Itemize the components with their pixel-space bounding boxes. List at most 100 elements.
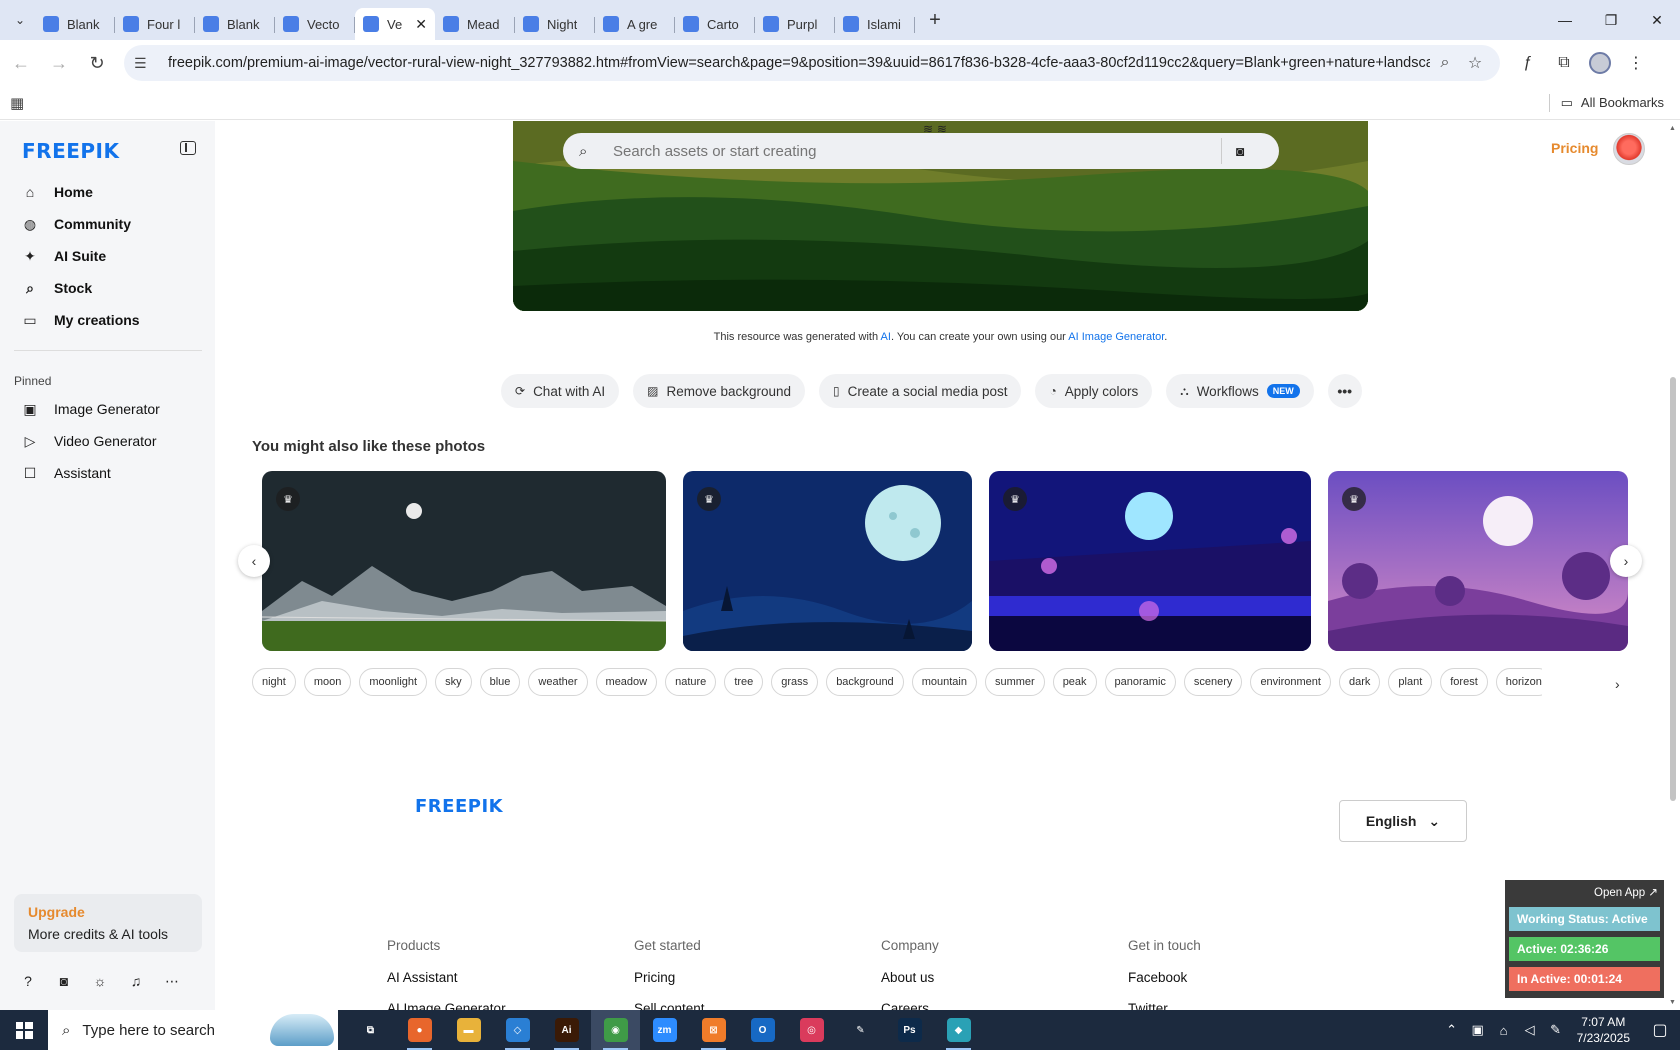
tab[interactable]: Blank — [35, 8, 115, 40]
related-photo-card-4[interactable]: ♛ — [1328, 471, 1628, 651]
tags-next-icon[interactable]: › — [1615, 676, 1620, 692]
back-button[interactable]: ← — [4, 46, 38, 80]
footer-link[interactable]: Twitter — [1128, 1001, 1201, 1010]
footer-link[interactable]: AI Assistant — [387, 970, 506, 985]
tab[interactable]: Blank — [195, 8, 275, 40]
url-text[interactable]: freepik.com/premium-ai-image/vector-rura… — [168, 55, 1430, 71]
carousel-next-button[interactable]: › — [1610, 545, 1642, 577]
network-icon[interactable]: ⌂ — [1493, 1023, 1515, 1038]
tag-peak[interactable]: peak — [1052, 668, 1097, 696]
tab[interactable]: Purpl — [755, 8, 835, 40]
start-button[interactable] — [0, 1010, 48, 1050]
outlook-taskbar-button[interactable]: O — [738, 1010, 787, 1050]
user-avatar[interactable] — [1613, 133, 1645, 165]
sidebar-item-image-generator[interactable]: ▣ Image Generator — [14, 393, 204, 425]
footer-link[interactable]: Facebook — [1128, 970, 1201, 985]
sidebar-item-my-creations[interactable]: ▭ My creations — [14, 304, 204, 336]
tag-grass[interactable]: grass — [771, 668, 819, 696]
sidebar-item-video-generator[interactable]: ▷ Video Generator — [14, 425, 204, 457]
scroll-up-icon[interactable]: ▲ — [1669, 125, 1676, 132]
forward-button[interactable]: → — [42, 46, 76, 80]
reload-button[interactable]: ↻ — [80, 46, 114, 80]
upgrade-card[interactable]: Upgrade More credits & AI tools — [14, 894, 202, 952]
tab[interactable]: Four l — [115, 8, 195, 40]
footer-link[interactable]: Pricing — [634, 970, 705, 985]
tag-summer[interactable]: summer — [984, 668, 1045, 696]
sidebar-collapse-icon[interactable] — [180, 141, 196, 155]
tag-background[interactable]: background — [826, 668, 904, 696]
related-photo-card-3[interactable]: ♛ — [989, 471, 1311, 651]
tab[interactable]: Islami — [835, 8, 915, 40]
footer-link[interactable]: About us — [881, 970, 939, 985]
tag-moon[interactable]: moon — [303, 668, 352, 696]
extensions-puzzle-icon[interactable]: ⧉ — [1546, 46, 1582, 80]
scrollbar-thumb[interactable] — [1670, 377, 1676, 801]
xampp-taskbar-button[interactable]: ⊠ — [689, 1010, 738, 1050]
tray-app-icon[interactable]: ▣ — [1467, 1022, 1489, 1038]
tag-panoramic[interactable]: panoramic — [1104, 668, 1176, 696]
pen-icon[interactable]: ✎ — [1545, 1022, 1567, 1038]
tag-weather[interactable]: weather — [528, 668, 588, 696]
tag-scenery[interactable]: scenery — [1183, 668, 1243, 696]
chat-with-ai-button[interactable]: ⟳ Chat with AI — [501, 374, 620, 408]
tab[interactable]: Mead — [435, 8, 515, 40]
freepik-logo[interactable]: FREEPIK — [22, 139, 119, 163]
tag-horizon[interactable]: horizon — [1495, 668, 1542, 696]
footer-freepik-logo[interactable]: FREEPIK — [415, 796, 503, 817]
workflows-button[interactable]: ⛬ Workflows NEW — [1166, 374, 1314, 408]
chrome-taskbar-button[interactable]: ◉ — [591, 1010, 640, 1050]
discord-icon[interactable]: ◙ — [56, 973, 72, 990]
all-bookmarks-button[interactable]: ▭ All Bookmarks — [1561, 95, 1664, 111]
more-actions-button[interactable]: ••• — [1327, 374, 1362, 408]
task-view-taskbar-button[interactable]: ⧉ — [346, 1010, 395, 1050]
tag-sky[interactable]: sky — [435, 668, 472, 696]
theme-sun-icon[interactable]: ☼ — [92, 973, 108, 990]
ai-link[interactable]: AI — [881, 331, 891, 343]
remove-background-button[interactable]: ▨ Remove background — [633, 374, 806, 408]
notifications-icon[interactable]: ▢ — [1640, 1020, 1680, 1040]
pricing-link[interactable]: Pricing — [1551, 140, 1598, 156]
tag-mountain[interactable]: mountain — [911, 668, 977, 696]
tag-plant[interactable]: plant — [1388, 668, 1433, 696]
tag-blue[interactable]: blue — [479, 668, 521, 696]
camera-search-icon[interactable]: ◙ — [1236, 143, 1244, 159]
more-options-icon[interactable]: ⋯ — [164, 973, 180, 990]
firefox-taskbar-button[interactable]: ● — [395, 1010, 444, 1050]
page-scrollbar[interactable]: ▲ ▼ — [1668, 121, 1678, 1010]
footer-link[interactable]: AI Image Generator — [387, 1001, 506, 1010]
tab-search-button[interactable]: ⌄ — [5, 6, 35, 34]
apps-grid-icon[interactable]: ▦ — [10, 94, 30, 112]
related-photo-card-1[interactable]: ♛ — [262, 471, 666, 651]
tag-nature[interactable]: nature — [665, 668, 717, 696]
new-tab-button[interactable]: + — [919, 9, 951, 32]
apply-colors-button[interactable]: ◔ Apply colors — [1035, 374, 1153, 408]
close-window-button[interactable]: ✕ — [1634, 0, 1680, 40]
tab[interactable]: Carto — [675, 8, 755, 40]
scroll-down-icon[interactable]: ▼ — [1669, 999, 1676, 1006]
zoom-icon[interactable]: ⌕ — [1430, 54, 1460, 72]
site-info-icon[interactable]: ☰ — [134, 55, 154, 72]
tab[interactable]: Vecto — [275, 8, 355, 40]
tag-forest[interactable]: forest — [1440, 668, 1488, 696]
browser-menu-icon[interactable]: ⋮ — [1618, 46, 1654, 80]
tag-moonlight[interactable]: moonlight — [359, 668, 428, 696]
illustrator-taskbar-button[interactable]: Ai — [542, 1010, 591, 1050]
tray-overflow-icon[interactable]: ⌃ — [1441, 1022, 1463, 1038]
sidebar-item-home[interactable]: ⌂ Home — [14, 176, 204, 208]
open-app-link[interactable]: Open App ↗ — [1509, 885, 1660, 899]
minimize-button[interactable]: — — [1542, 0, 1588, 40]
vscode-taskbar-button[interactable]: ◇ — [493, 1010, 542, 1050]
carousel-prev-button[interactable]: ‹ — [238, 545, 270, 577]
extension-icon[interactable]: ƒ — [1510, 46, 1546, 80]
restore-button[interactable]: ❐ — [1588, 0, 1634, 40]
profile-avatar[interactable] — [1589, 52, 1611, 74]
taskbar-search[interactable]: ⌕ Type here to search — [48, 1010, 338, 1050]
footer-link[interactable]: Careers — [881, 1001, 939, 1010]
search-input[interactable] — [613, 142, 1213, 160]
clock[interactable]: 7:07 AM 7/23/2025 — [1577, 1014, 1630, 1046]
sidebar-item-ai-suite[interactable]: ✦ AI Suite — [14, 240, 204, 272]
pen-tool-taskbar-button[interactable]: ✎ — [836, 1010, 885, 1050]
tag-environment[interactable]: environment — [1250, 668, 1331, 696]
footer-link[interactable]: Sell content — [634, 1001, 705, 1010]
app-taskbar-button[interactable]: ◆ — [934, 1010, 983, 1050]
